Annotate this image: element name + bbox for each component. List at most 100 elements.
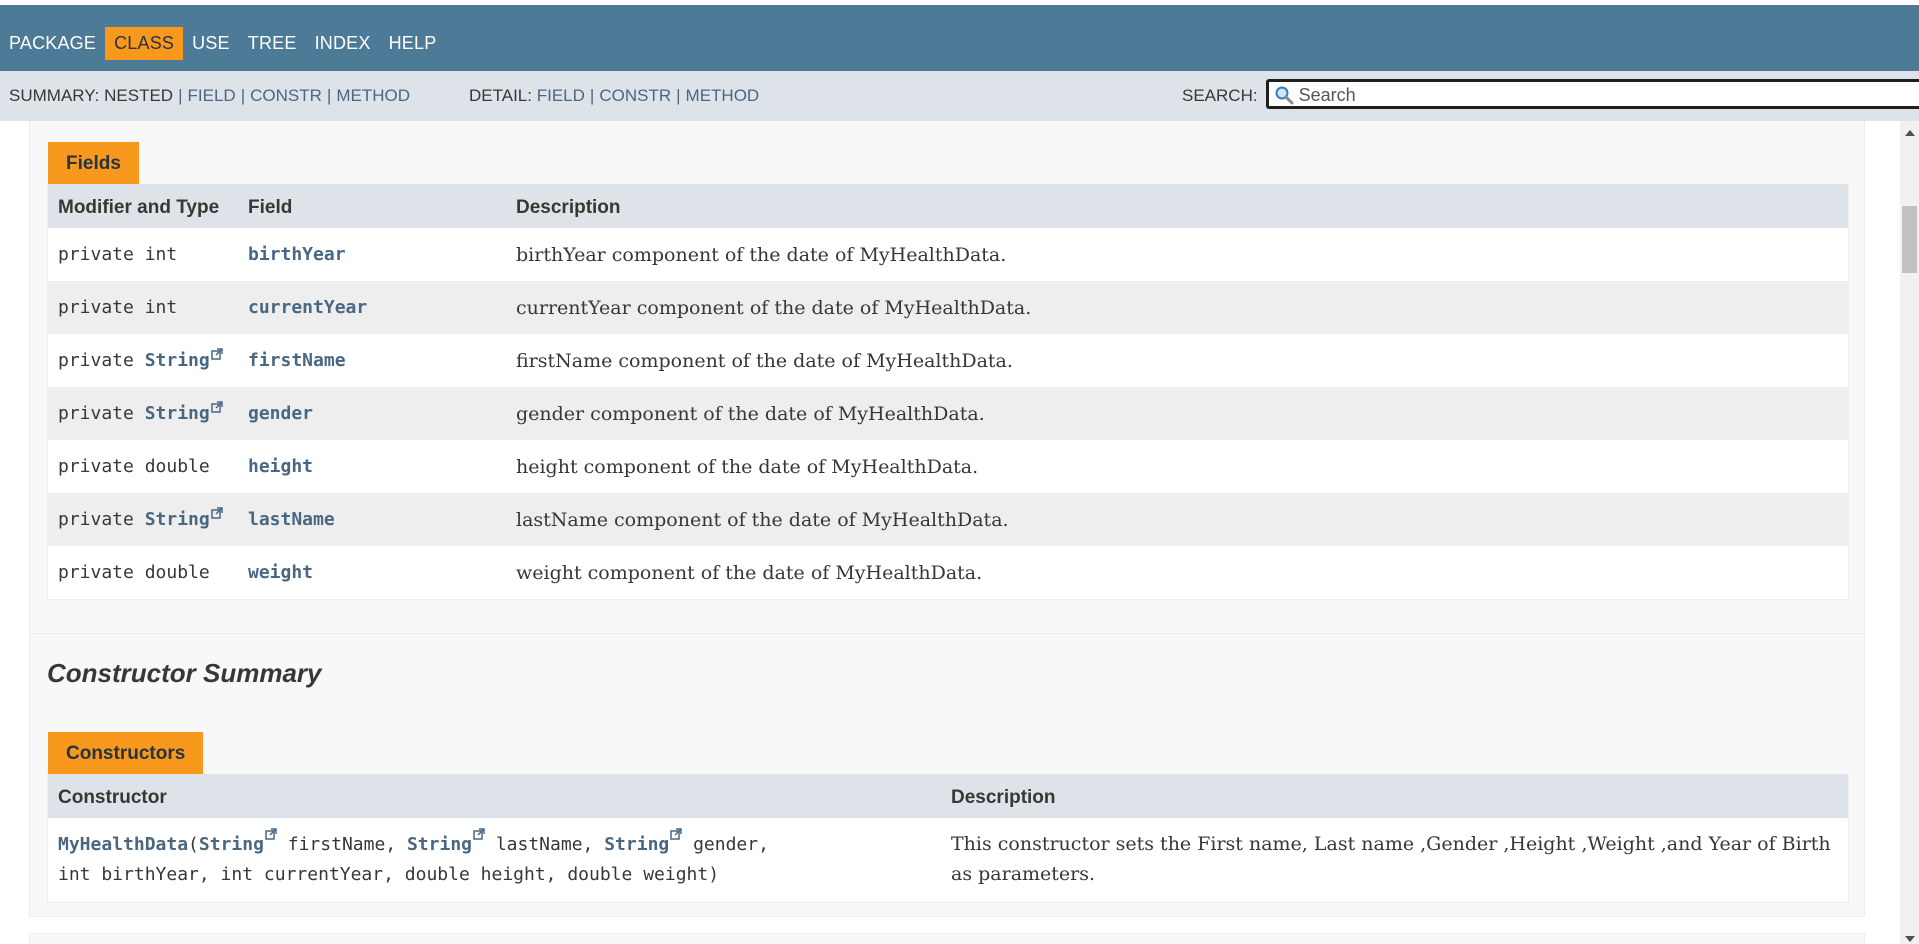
modifier-text: private [58, 350, 134, 371]
table-row: private int currentYear currentYear comp… [48, 281, 1848, 334]
header-description: Description [951, 787, 1056, 808]
external-link-icon [210, 401, 223, 413]
nav-help[interactable]: HELP [380, 27, 446, 60]
string-type-link[interactable]: String [145, 509, 210, 530]
open-paren: ( [188, 834, 199, 855]
external-link-icon [670, 828, 682, 840]
table-header: Constructor Description [48, 774, 1848, 818]
detail-links: DETAIL: FIELD | CONSTR | METHOD [469, 86, 759, 106]
summary-method-link[interactable]: METHOD [336, 86, 410, 106]
nav-index[interactable]: INDEX [306, 27, 380, 60]
field-name: weight [248, 562, 313, 583]
external-link-icon [473, 828, 485, 840]
field-name: birthYear [248, 244, 346, 265]
string-type-link[interactable]: String [145, 350, 210, 371]
header-modifier: Modifier and Type [58, 197, 220, 218]
field-link-weight[interactable]: weight [248, 562, 313, 583]
nav-use[interactable]: USE [183, 27, 239, 60]
field-description: lastName component of the date of MyHeal… [516, 509, 1009, 531]
constructor-summary-section: Constructor Summary Constructors Constru… [29, 633, 1865, 917]
external-link-icon [210, 348, 223, 360]
field-link-currentyear[interactable]: currentYear [248, 297, 367, 318]
field-modifier: private String [58, 507, 223, 530]
separator: | [326, 86, 332, 105]
signature-line-2: int birthYear, int currentYear, double h… [58, 864, 720, 885]
summary-label: SUMMARY: [9, 86, 100, 105]
search-area: SEARCH: [1182, 79, 1919, 109]
field-description: currentYear component of the date of MyH… [516, 297, 1032, 319]
section-title: Constructor Summary [47, 658, 322, 688]
sub-navigation-bar: SUMMARY: NESTED | FIELD | CONSTR | METHOD DETA… [0, 71, 1919, 121]
external-link-icon [265, 828, 277, 840]
detail-constr-link[interactable]: CONSTR [599, 86, 671, 106]
field-description: gender component of the date of MyHealth… [516, 403, 985, 425]
separator: | [178, 86, 183, 105]
field-modifier: private String [58, 348, 223, 371]
field-description: weight component of the date of MyHealth… [516, 562, 983, 584]
scroll-up-icon[interactable] [1905, 130, 1915, 136]
top-nav: PACKAGE CLASS USE TREE INDEX HELP [9, 27, 445, 60]
nav-tree[interactable]: TREE [239, 27, 306, 60]
string-type-link[interactable]: String [145, 403, 210, 424]
vertical-scrollbar[interactable] [1900, 121, 1919, 944]
nav-class[interactable]: CLASS [105, 27, 184, 60]
table-row: private String gender gender component o… [48, 387, 1848, 440]
main-content: Fields Modifier and Type Field Descripti… [0, 121, 1900, 944]
field-modifier: private double [58, 456, 210, 477]
nav-package[interactable]: PACKAGE [9, 27, 105, 60]
header-field: Field [248, 197, 293, 218]
field-description: birthYear component of the date of MyHea… [516, 244, 1007, 266]
table-row: private double height height component o… [48, 440, 1848, 493]
field-name: currentYear [248, 297, 367, 318]
field-modifier: private double [58, 562, 210, 583]
signature-line-1: MyHealthData(String firstName, String la… [58, 828, 769, 860]
header-constructor: Constructor [58, 787, 167, 808]
table-header: Modifier and Type Field Description [48, 184, 1848, 228]
constructor-description: This constructor sets the First name, La… [951, 833, 1831, 885]
separator: | [589, 86, 595, 105]
search-box[interactable] [1265, 79, 1919, 109]
table-row: private String firstName firstName compo… [48, 334, 1848, 387]
table-row: MyHealthData(String firstName, String la… [48, 818, 1848, 902]
modifier-text: private [58, 403, 134, 424]
field-link-birthyear[interactable]: birthYear [248, 244, 346, 265]
top-navigation-bar: PACKAGE CLASS USE TREE INDEX HELP [0, 0, 1919, 71]
summary-field-link[interactable]: FIELD [188, 86, 236, 106]
field-link-gender[interactable]: gender [248, 403, 313, 424]
string-type-link[interactable]: String [407, 834, 472, 855]
summary-nested: NESTED [104, 86, 174, 105]
fields-table: Modifier and Type Field Description priv… [47, 184, 1849, 600]
table-row: private double weight weight component o… [48, 546, 1848, 599]
field-modifier: private int [58, 297, 178, 318]
field-name: lastName [248, 509, 335, 530]
summary-constr-link[interactable]: CONSTR [250, 86, 322, 106]
field-link-height[interactable]: height [248, 456, 313, 477]
detail-method-link[interactable]: METHOD [686, 86, 760, 106]
field-link-lastname[interactable]: lastName [248, 509, 335, 530]
field-description: height component of the date of MyHealth… [516, 456, 979, 478]
constructor-link[interactable]: MyHealthData [58, 834, 188, 855]
constructors-caption: Constructors [48, 732, 204, 774]
detail-field-link[interactable]: FIELD [537, 86, 585, 106]
field-modifier: private int [58, 244, 178, 265]
search-icon [1275, 86, 1294, 105]
table-row: private String lastName lastName compone… [48, 493, 1848, 546]
constructor-signature: MyHealthData(String firstName, String la… [58, 828, 769, 890]
search-label: SEARCH: [1182, 85, 1258, 105]
field-link-firstname[interactable]: firstName [248, 350, 346, 371]
param-text: firstName, [276, 834, 407, 855]
string-type-link[interactable]: String [199, 834, 264, 855]
field-name: gender [248, 403, 313, 424]
external-link-icon [210, 507, 223, 519]
separator: | [240, 86, 246, 105]
separator: | [676, 86, 681, 105]
string-type-link[interactable]: String [604, 834, 669, 855]
field-name: firstName [248, 350, 346, 371]
field-modifier: private String [58, 401, 223, 424]
search-input[interactable] [1298, 83, 1919, 107]
method-summary-section [29, 933, 1865, 944]
constructors-table: Constructor Description MyHealthData(Str… [47, 774, 1849, 903]
scroll-thumb[interactable] [1902, 206, 1917, 273]
modifier-text: private [58, 509, 134, 530]
scroll-down-icon[interactable] [1905, 936, 1915, 942]
